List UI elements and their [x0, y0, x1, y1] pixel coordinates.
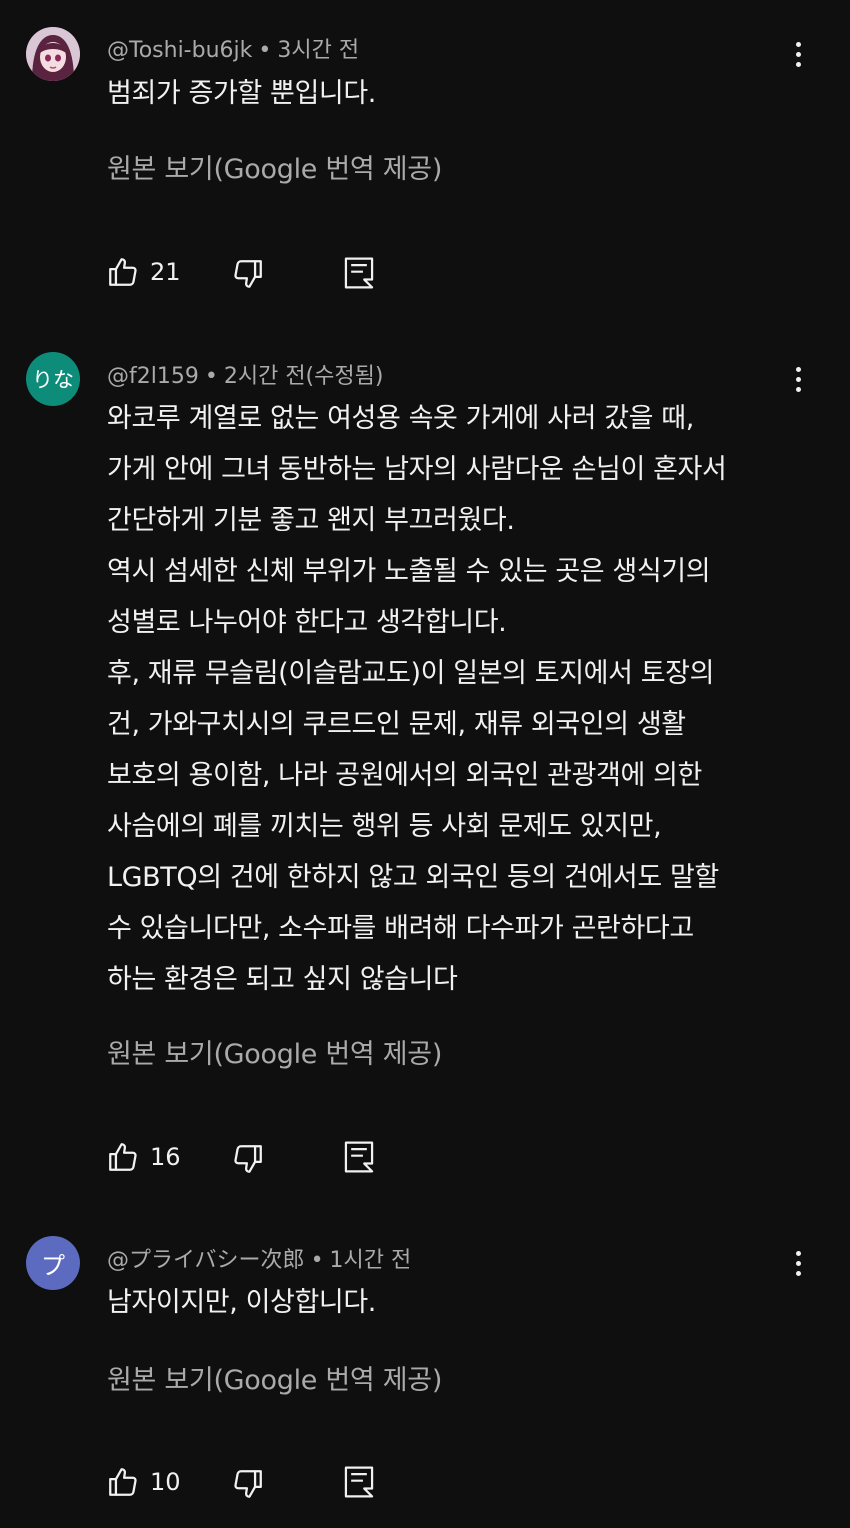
reply-comment-icon: [344, 1141, 374, 1173]
like-button[interactable]: 21: [106, 255, 181, 289]
reply-comment-icon: [344, 1466, 374, 1498]
avatar[interactable]: プ: [26, 1236, 80, 1290]
more-options-icon[interactable]: [784, 36, 812, 72]
like-count: 10: [150, 1468, 181, 1496]
dislike-button[interactable]: [231, 257, 265, 291]
thumbs-up-icon: [109, 1468, 137, 1496]
comment-author[interactable]: @Toshi-bu6jk: [107, 38, 252, 63]
thumbs-down-icon: [234, 260, 262, 288]
see-original-link[interactable]: 원본 보기(Google 번역 제공): [107, 147, 442, 186]
meta-separator: •: [310, 1248, 324, 1273]
like-count: 21: [150, 258, 181, 286]
comment-time[interactable]: 2시간 전(수정됨): [224, 364, 384, 389]
meta-separator: •: [258, 38, 272, 63]
like-button[interactable]: 16: [106, 1140, 181, 1174]
comment-text: 범죄가 증가할 뿐입니다.: [107, 78, 376, 109]
more-options-icon[interactable]: [784, 361, 812, 397]
dislike-button[interactable]: [231, 1467, 265, 1501]
reply-button[interactable]: [343, 1465, 375, 1499]
avatar[interactable]: りな: [26, 352, 80, 406]
comment-meta: @Toshi-bu6jk • 3시간 전: [107, 32, 359, 64]
avatar-initials: りな: [32, 368, 74, 392]
thumbs-down-icon: [234, 1470, 262, 1498]
see-original-link[interactable]: 원본 보기(Google 번역 제공): [107, 1032, 442, 1071]
dislike-button[interactable]: [231, 1142, 265, 1176]
avatar[interactable]: [26, 27, 80, 81]
more-options-icon[interactable]: [784, 1245, 812, 1281]
comment-text: 와코루 계열로 없는 여성용 속옷 가게에 사러 갔을 때, 가게 안에 그녀 …: [107, 403, 727, 995]
thumbs-down-icon: [234, 1145, 262, 1173]
like-button[interactable]: 10: [106, 1465, 181, 1499]
comment-author[interactable]: @プライバシー次郎: [107, 1248, 305, 1273]
avatar-initials: プ: [41, 1251, 65, 1280]
comment-text: 남자이지만, 이상합니다.: [107, 1287, 376, 1318]
reply-comment-icon: [344, 257, 374, 289]
reply-button[interactable]: [343, 1140, 375, 1174]
see-original-link[interactable]: 원본 보기(Google 번역 제공): [107, 1358, 442, 1397]
thumbs-up-icon: [109, 1143, 137, 1171]
like-count: 16: [150, 1143, 181, 1171]
thumbs-up-icon: [109, 258, 137, 286]
comment-meta: @f2l159 • 2시간 전(수정됨): [107, 358, 383, 390]
comment-time[interactable]: 1시간 전: [330, 1248, 412, 1273]
reply-button[interactable]: [343, 256, 375, 290]
comment-time[interactable]: 3시간 전: [277, 38, 359, 63]
comment-meta: @プライバシー次郎 • 1시간 전: [107, 1242, 411, 1274]
comment-author[interactable]: @f2l159: [107, 364, 199, 389]
avatar-image-icon: [26, 27, 80, 81]
meta-separator: •: [204, 364, 218, 389]
